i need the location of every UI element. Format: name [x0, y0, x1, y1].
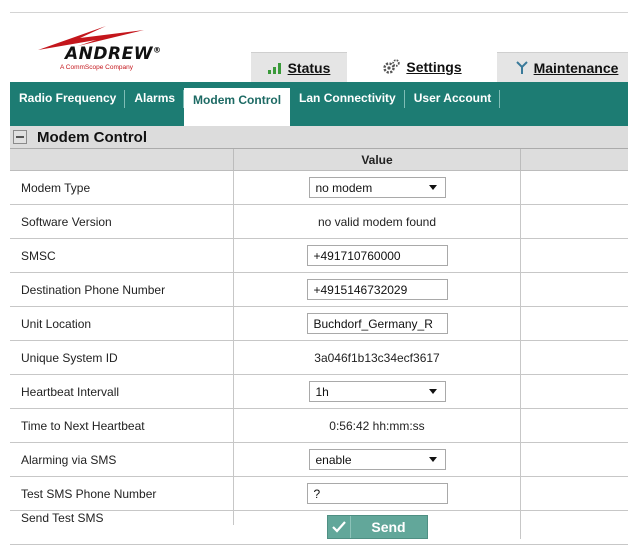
- top-divider: [10, 12, 628, 13]
- destination-phone-input[interactable]: +4915146732029: [306, 279, 448, 300]
- row-extra: [521, 307, 628, 340]
- nav-alarms[interactable]: Alarms: [125, 82, 184, 126]
- test-sms-phone-input[interactable]: ?: [306, 483, 448, 504]
- settings-nav-bar: Radio Frequency Alarms Modem Control Lan…: [10, 82, 628, 126]
- row-value: 0:56:42 hh:mm:ss: [234, 409, 521, 442]
- row-value: +491710760000: [234, 239, 521, 272]
- heartbeat-interval-select[interactable]: 1h: [308, 381, 446, 402]
- unit-location-input[interactable]: Buchdorf_Germany_R: [306, 313, 448, 334]
- software-version-value: no valid modem found: [317, 214, 437, 229]
- header-label-col: [10, 149, 234, 170]
- select-value: enable: [315, 452, 352, 467]
- row-extra: [521, 443, 628, 476]
- row-label: Test SMS Phone Number: [10, 477, 234, 510]
- nav-modem-control[interactable]: Modem Control: [184, 88, 291, 126]
- row-label: Unique System ID: [10, 341, 234, 374]
- row-extra: [521, 409, 628, 442]
- select-value: no modem: [315, 180, 373, 195]
- row-value: no modem: [234, 171, 521, 204]
- checkmark-icon: [328, 516, 351, 538]
- row-value: Buchdorf_Germany_R: [234, 307, 521, 340]
- header-value-col: Value: [234, 149, 521, 170]
- minus-icon[interactable]: [13, 130, 27, 144]
- row-value: no valid modem found: [234, 205, 521, 238]
- row-value: Send: [234, 511, 521, 539]
- row-label: Modem Type: [10, 171, 234, 204]
- chevron-down-icon: [428, 185, 437, 190]
- tab-settings[interactable]: Settings: [355, 52, 489, 82]
- chevron-down-icon: [428, 457, 437, 462]
- row-extra: [521, 341, 628, 374]
- table-row: Send Test SMS Send: [10, 511, 628, 545]
- tab-status-label: Status: [287, 59, 331, 76]
- table-row: Software Version no valid modem found: [10, 205, 628, 239]
- row-value: +4915146732029: [234, 273, 521, 306]
- row-label: Software Version: [10, 205, 234, 238]
- top-tabs: Status Settings Maintenance: [251, 52, 628, 82]
- modem-type-select[interactable]: no modem: [308, 177, 446, 198]
- row-extra: [521, 273, 628, 306]
- brand-name: ANDREW®: [65, 44, 162, 64]
- table-row: Heartbeat Intervall 1h: [10, 375, 628, 409]
- table-row: Unit Location Buchdorf_Germany_R: [10, 307, 628, 341]
- table-row: Destination Phone Number +4915146732029: [10, 273, 628, 307]
- row-label: Alarming via SMS: [10, 443, 234, 476]
- row-value: 3a046f1b13c34ecf3617: [234, 341, 521, 374]
- row-label: Time to Next Heartbeat: [10, 409, 234, 442]
- table-row: Test SMS Phone Number ?: [10, 477, 628, 511]
- modem-settings-table: Value Modem Type no modem Software Versi…: [10, 149, 628, 545]
- alarming-sms-select[interactable]: enable: [308, 449, 446, 470]
- select-value: 1h: [315, 384, 329, 399]
- section-header: Modem Control: [10, 126, 628, 149]
- row-label: Destination Phone Number: [10, 273, 234, 306]
- andrew-logo: ANDREW® A CommScope Company: [36, 24, 166, 74]
- gears-icon: [382, 59, 401, 75]
- table-row: Time to Next Heartbeat 0:56:42 hh:mm:ss: [10, 409, 628, 443]
- table-row: Alarming via SMS enable: [10, 443, 628, 477]
- tab-maintenance-label: Maintenance: [533, 59, 619, 76]
- send-test-sms-button[interactable]: Send: [326, 515, 428, 539]
- tab-maintenance[interactable]: Maintenance: [497, 52, 628, 82]
- brand-tagline: A CommScope Company: [60, 64, 133, 71]
- nav-lan-connectivity[interactable]: Lan Connectivity: [290, 82, 405, 126]
- antenna-icon: [515, 60, 528, 75]
- tab-settings-label: Settings: [406, 59, 462, 75]
- row-label: Heartbeat Intervall: [10, 375, 234, 408]
- chevron-down-icon: [428, 389, 437, 394]
- signal-bars-icon: [267, 62, 282, 74]
- row-value: enable: [234, 443, 521, 476]
- row-value: 1h: [234, 375, 521, 408]
- row-extra: [521, 375, 628, 408]
- unique-system-id-value: 3a046f1b13c34ecf3617: [314, 350, 440, 365]
- row-extra: [521, 239, 628, 272]
- row-label: Unit Location: [10, 307, 234, 340]
- nav-radio-frequency[interactable]: Radio Frequency: [10, 82, 126, 126]
- row-label: Send Test SMS: [10, 511, 234, 525]
- row-extra: [521, 171, 628, 204]
- row-extra: [521, 477, 628, 510]
- row-extra: [521, 205, 628, 238]
- table-row: Unique System ID 3a046f1b13c34ecf3617: [10, 341, 628, 375]
- table-row: SMSC +491710760000: [10, 239, 628, 273]
- row-label: SMSC: [10, 239, 234, 272]
- tab-status[interactable]: Status: [251, 52, 347, 82]
- row-value: ?: [234, 477, 521, 510]
- nav-user-account[interactable]: User Account: [405, 82, 501, 126]
- next-heartbeat-value: 0:56:42 hh:mm:ss: [329, 418, 425, 433]
- table-header-row: Value: [10, 149, 628, 171]
- send-button-label: Send: [371, 519, 406, 535]
- table-row: Modem Type no modem: [10, 171, 628, 205]
- smsc-input[interactable]: +491710760000: [306, 245, 448, 266]
- section-title: Modem Control: [37, 128, 147, 146]
- header-extra-col: [521, 149, 628, 170]
